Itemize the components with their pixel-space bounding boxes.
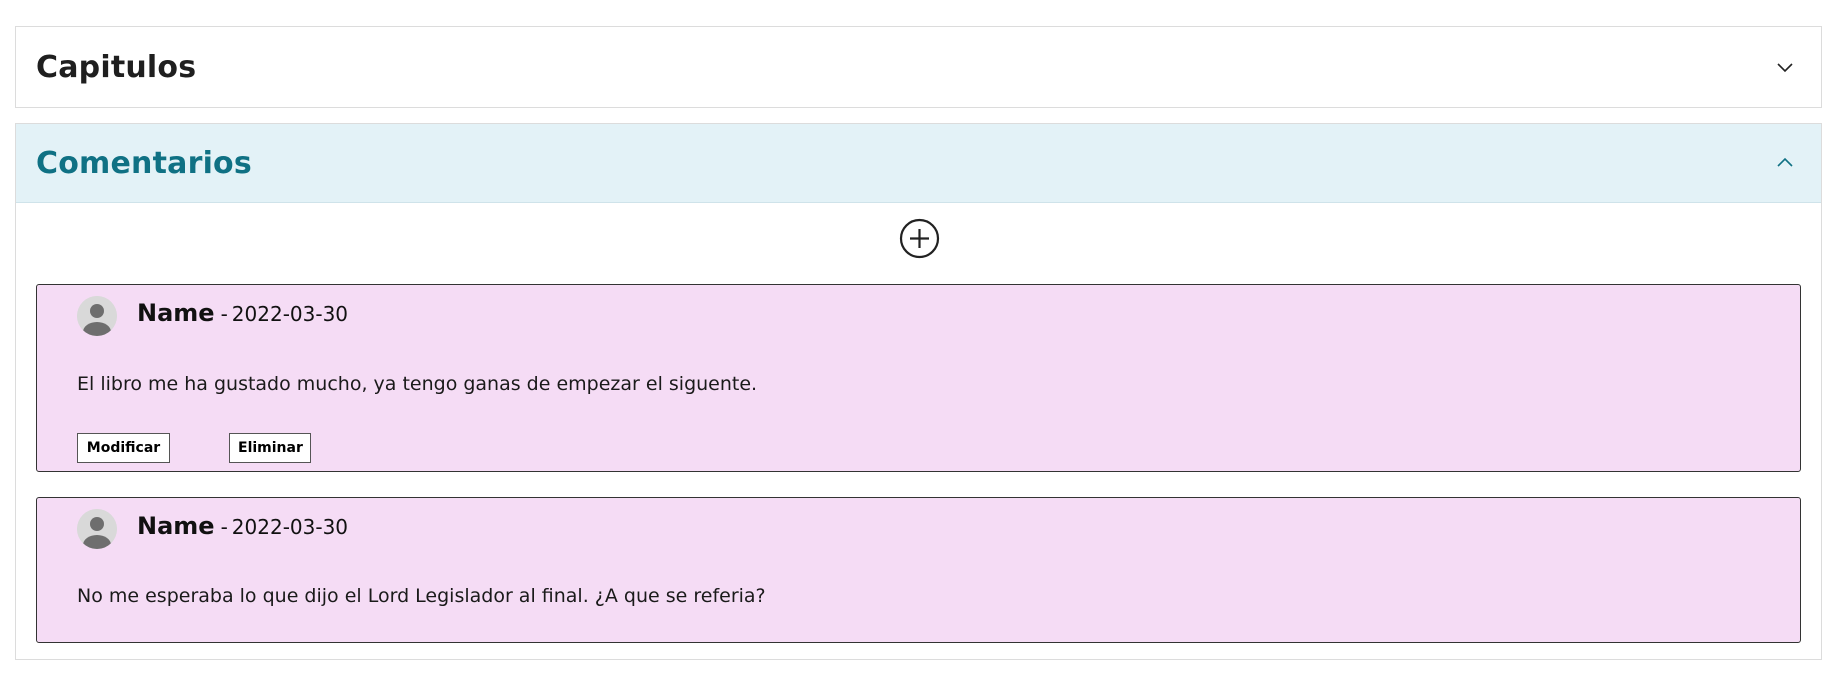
comment-header: Name -2022-03-30	[137, 299, 348, 327]
comment-separator: -	[220, 302, 228, 326]
avatar	[77, 296, 117, 336]
accordion-header-capitulos[interactable]: Capitulos	[16, 27, 1821, 107]
avatar	[77, 509, 117, 549]
chevron-down-icon[interactable]	[1775, 57, 1795, 77]
comment-text: No me esperaba lo que dijo el Lord Legis…	[77, 585, 766, 607]
comment-date: 2022-03-30	[231, 515, 349, 539]
delete-button[interactable]: Eliminar	[229, 433, 311, 463]
comment-date: 2022-03-30	[231, 302, 349, 326]
comment-header: Name -2022-03-30	[137, 512, 348, 540]
page: Capitulos Comentarios Name - 2022-03-30 …	[0, 0, 1837, 686]
chevron-up-icon[interactable]	[1775, 153, 1795, 173]
comment-author: Name	[137, 512, 215, 540]
user-avatar-icon	[77, 509, 117, 549]
user-avatar-icon	[77, 296, 117, 336]
accordion-header-comentarios[interactable]: Comentarios	[16, 124, 1821, 203]
comment-card: Name -2022-03-30 El libro me ha gustado m…	[36, 284, 1801, 472]
modify-button[interactable]: Modificar	[77, 433, 170, 463]
comentarios-title: Comentarios	[36, 145, 252, 181]
add-circle-icon[interactable]	[899, 218, 940, 259]
capitulos-title: Capitulos	[36, 49, 197, 85]
comment-text: El libro me ha gustado mucho, ya tengo g…	[77, 373, 758, 395]
comment-separator: -	[220, 515, 228, 539]
comment-card: Name -2022-03-30 No me esperaba lo que di…	[36, 497, 1801, 643]
accordion-capitulos: Capitulos	[15, 26, 1822, 108]
comment-author: Name	[137, 299, 215, 327]
